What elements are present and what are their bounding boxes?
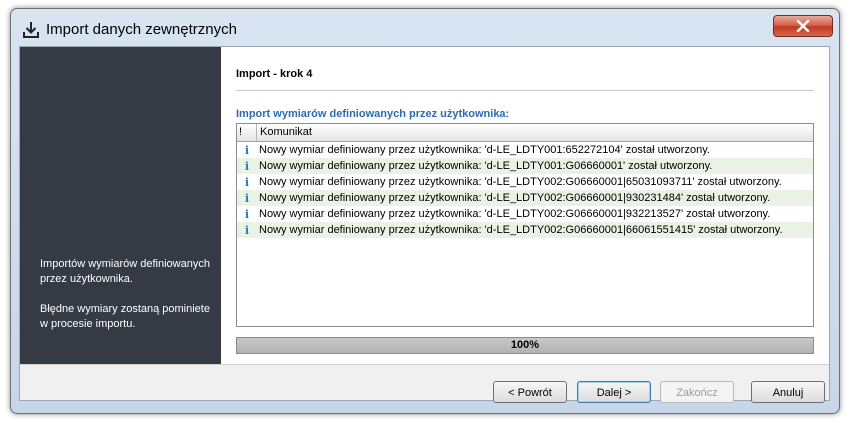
list-item[interactable]: i Nowy wymiar definiowany przez użytkowni…: [237, 174, 813, 190]
progress-label: 100%: [510, 339, 540, 351]
section-title: Import wymiarów definiowanych przez użyt…: [236, 108, 510, 120]
side-panel-paragraph-1: Importów wymiarów definiowanych przez uż…: [40, 258, 210, 285]
list-item-message: Nowy wymiar definiowany przez użytkownik…: [259, 208, 771, 220]
list-item[interactable]: i Nowy wymiar definiowany przez użytkowni…: [237, 190, 813, 206]
list-rows: i Nowy wymiar definiowany przez użytkowni…: [237, 142, 813, 238]
step-title: Import - krok 4: [236, 68, 313, 80]
header-divider: [236, 90, 814, 91]
download-icon: [23, 22, 39, 38]
close-button[interactable]: [773, 15, 833, 37]
close-icon: [796, 20, 810, 32]
info-icon: i: [244, 223, 250, 237]
next-button[interactable]: Dalej >: [577, 381, 651, 403]
finish-button[interactable]: Zakończ: [660, 381, 734, 403]
dialog-client-area: Importów wymiarów definiowanych przez uż…: [19, 46, 830, 403]
import-dialog-window: Import danych zewnętrznych Importów wymi…: [10, 8, 840, 414]
back-button[interactable]: < Powrót: [493, 381, 567, 403]
column-header-message[interactable]: Komunikat: [257, 124, 813, 141]
wizard-content: Import - krok 4 Import wymiarów definiow…: [221, 47, 829, 364]
column-header-flag[interactable]: !: [237, 124, 257, 141]
list-item-message: Nowy wymiar definiowany przez użytkownik…: [259, 160, 713, 172]
list-item-message: Nowy wymiar definiowany przez użytkownik…: [259, 192, 771, 204]
wizard-side-panel: Importów wymiarów definiowanych przez uż…: [20, 47, 221, 364]
list-item-message: Nowy wymiar definiowany przez użytkownik…: [259, 144, 710, 156]
info-icon: i: [244, 191, 250, 205]
info-icon: i: [244, 207, 250, 221]
list-header: ! Komunikat: [237, 124, 813, 142]
side-panel-paragraph-2: Błędne wymiary zostaną pominiete w proce…: [40, 303, 210, 330]
list-item[interactable]: i Nowy wymiar definiowany przez użytkowni…: [237, 142, 813, 158]
info-icon: i: [244, 175, 250, 189]
title-bar[interactable]: Import danych zewnętrznych: [11, 9, 839, 47]
cancel-button[interactable]: Anuluj: [751, 381, 825, 403]
progress-bar: 100%: [236, 337, 814, 354]
window-title: Import danych zewnętrznych: [46, 21, 237, 38]
list-item[interactable]: i Nowy wymiar definiowany przez użytkowni…: [237, 222, 813, 238]
list-item-message: Nowy wymiar definiowany przez użytkownik…: [259, 176, 782, 188]
footer-divider: [20, 364, 829, 365]
list-item-message: Nowy wymiar definiowany przez użytkownik…: [259, 224, 783, 236]
list-item[interactable]: i Nowy wymiar definiowany przez użytkowni…: [237, 158, 813, 174]
info-icon: i: [244, 159, 250, 173]
side-panel-description: Importów wymiarów definiowanych przez uż…: [40, 257, 210, 347]
message-list[interactable]: ! Komunikat i Nowy wymiar definiowany prz…: [236, 123, 814, 327]
info-icon: i: [244, 143, 250, 157]
list-item[interactable]: i Nowy wymiar definiowany przez użytkowni…: [237, 206, 813, 222]
